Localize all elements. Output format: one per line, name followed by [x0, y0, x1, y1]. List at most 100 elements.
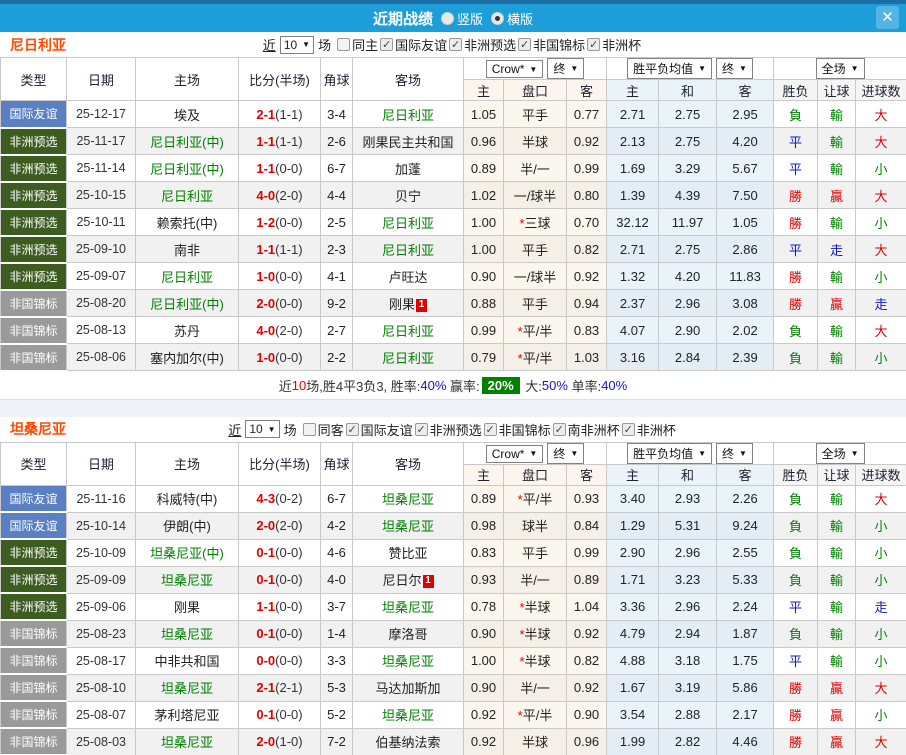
match-row: 非洲预选 25-11-14 尼日利亚(中) 1-1(0-0) 6-7 加蓬 0.89 半/一 0… — [0, 154, 906, 183]
subcolumn-header: 主 — [606, 463, 660, 486]
match-date: 25-09-07 — [66, 262, 136, 290]
match-type-badge: 非洲预选 — [0, 208, 67, 237]
mean-odds-select[interactable]: 胜平负均值 ▼ — [627, 58, 713, 79]
home-team: 坦桑尼亚 — [135, 673, 239, 702]
mean-away: 1.05 — [716, 208, 775, 236]
mean-draw: 3.19 — [658, 673, 718, 702]
mean-away: 2.39 — [716, 343, 775, 371]
odds-home: 0.99 — [463, 316, 504, 344]
home-team-name: 坦桑尼亚 — [160, 681, 213, 696]
recent-count-select[interactable]: 10 ▼ — [279, 35, 315, 54]
away-team-name: 刚果 — [388, 296, 415, 312]
recent-label[interactable]: 近 — [228, 420, 241, 439]
handicap: *半球 — [503, 619, 567, 648]
league-checkbox[interactable]: ✓ 非国锦标 — [483, 420, 551, 439]
fulltime-header: 全场 ▼ — [773, 441, 906, 465]
recent-label[interactable]: 近 — [263, 35, 276, 54]
same-venue-checkbox[interactable]: 同客 — [302, 420, 344, 439]
full-score: 0-1 — [256, 572, 276, 587]
col-corner-header: 角球 — [320, 57, 353, 101]
fulltime-select[interactable]: 全场 ▼ — [815, 443, 865, 463]
result-handicap: 輸 — [817, 538, 857, 567]
league-checkbox[interactable]: ✓ 非洲杯 — [587, 35, 641, 54]
result-goals: 大 — [855, 484, 906, 513]
away-team-name: 坦桑尼亚 — [381, 708, 434, 723]
recent-count-select[interactable]: 10 ▼ — [245, 420, 280, 438]
home-team-name: 赖索托(中) — [156, 215, 218, 231]
result-handicap: 輸 — [817, 511, 857, 540]
home-team: 赖索托(中) — [135, 208, 239, 236]
home-team: 茅利塔尼亚 — [135, 700, 239, 729]
mean-home: 3.54 — [606, 700, 660, 729]
match-date: 25-10-14 — [66, 511, 136, 540]
league-checkbox[interactable]: ✓ 非洲预选 — [414, 420, 482, 439]
home-team: 坦桑尼亚 — [135, 619, 239, 648]
same-venue-checkbox[interactable]: 同主 — [337, 35, 378, 54]
match-row: 非国锦标 25-08-20 尼日利亚(中) 2-0(0-0) 9-2 刚果 1 0.88 平手 0… — [0, 289, 906, 318]
score-cell: 2-1(2-1) — [238, 673, 321, 702]
league-checkbox[interactable]: ✓ 非国锦标 — [518, 35, 585, 54]
home-team-name: 科威特(中) — [156, 492, 218, 507]
header-group-row: 类型 日期 主场 比分(半场) 角球 客场 Crow* ▼ 终 ▼ 胜平负均值 ▼ 终 ▼ 全场 ▼ — [0, 57, 906, 101]
col-away-header: 客场 — [352, 57, 464, 101]
odds-home: 1.02 — [463, 181, 504, 209]
corner-score: 4-4 — [320, 181, 353, 209]
close-button[interactable]: ✕ — [876, 6, 899, 29]
odds-away: 0.89 — [565, 565, 608, 594]
result-goals: 小 — [855, 262, 906, 290]
summary-segment: 40% — [420, 377, 447, 393]
layout-vertical-radio[interactable]: 竖版 — [440, 9, 483, 28]
mean-home: 4.88 — [606, 646, 660, 675]
odds-company-select[interactable]: Crow* ▼ — [485, 60, 544, 78]
handicap: 一/球半 — [503, 262, 567, 290]
league-checkbox[interactable]: ✓ 非洲杯 — [621, 420, 676, 439]
dropdown-label: 终 — [722, 62, 735, 76]
result-goals: 小 — [855, 511, 906, 540]
odds-away: 0.77 — [565, 100, 608, 128]
league-checkbox[interactable]: ✓ 南非洲杯 — [552, 420, 620, 439]
dropdown-label: 全场 — [821, 446, 846, 461]
mean-draw: 11.97 — [658, 208, 718, 236]
mean-draw: 2.96 — [658, 538, 718, 567]
odds-home: 0.78 — [463, 592, 504, 621]
score-cell: 1-1(1-1) — [238, 127, 321, 155]
full-score: 4-0 — [256, 322, 276, 338]
mean-final-select[interactable]: 终 ▼ — [716, 443, 753, 463]
col-home-header: 主场 — [135, 57, 239, 101]
mean-odds-select[interactable]: 胜平负均值 ▼ — [627, 443, 713, 463]
score-cell: 2-1(1-1) — [238, 100, 321, 128]
odds-away: 0.99 — [565, 538, 608, 567]
league-checkbox[interactable]: ✓ 非洲预选 — [449, 35, 516, 54]
result-handicap: 輸 — [817, 592, 857, 621]
odds-home: 0.89 — [463, 484, 504, 513]
fulltime-select[interactable]: 全场 ▼ — [815, 58, 865, 79]
home-team: 科威特(中) — [135, 484, 239, 513]
half-score: (0-0) — [275, 626, 303, 641]
odds-away: 1.03 — [565, 343, 608, 371]
result-handicap: 輸 — [817, 100, 857, 128]
match-type-badge: 非国锦标 — [0, 620, 67, 648]
layout-horizontal-radio[interactable]: 横版 — [491, 9, 533, 28]
mean-draw: 2.90 — [658, 316, 718, 344]
league-checkbox-label: 非国锦标 — [533, 38, 586, 53]
mean-final-select[interactable]: 终 ▼ — [716, 58, 753, 79]
away-team: 尼日利亚 — [352, 100, 464, 128]
result-goals: 小 — [855, 619, 906, 648]
odds-company-header: Crow* ▼ 终 ▼ — [462, 441, 608, 465]
full-score: 2-0 — [256, 518, 276, 533]
result-goals: 小 — [855, 154, 906, 182]
odds-final-select[interactable]: 终 ▼ — [547, 58, 585, 79]
same-venue-checkbox-label: 同客 — [317, 422, 344, 438]
odds-final-select[interactable]: 终 ▼ — [547, 443, 585, 463]
half-score: (0-0) — [275, 295, 303, 311]
result-winlose: 平 — [773, 646, 819, 675]
mean-draw: 2.93 — [658, 484, 718, 513]
team-name: 坦桑尼亚 — [10, 421, 66, 437]
odds-home: 0.89 — [463, 154, 504, 182]
league-checkbox[interactable]: ✓ 国际友谊 — [380, 35, 447, 54]
result-winlose: 負 — [773, 511, 819, 540]
league-checkbox[interactable]: ✓ 国际友谊 — [345, 420, 413, 439]
away-team: 伯基纳法索 — [352, 727, 464, 755]
odds-away: 0.84 — [565, 511, 608, 540]
odds-company-select[interactable]: Crow* ▼ — [485, 444, 544, 463]
